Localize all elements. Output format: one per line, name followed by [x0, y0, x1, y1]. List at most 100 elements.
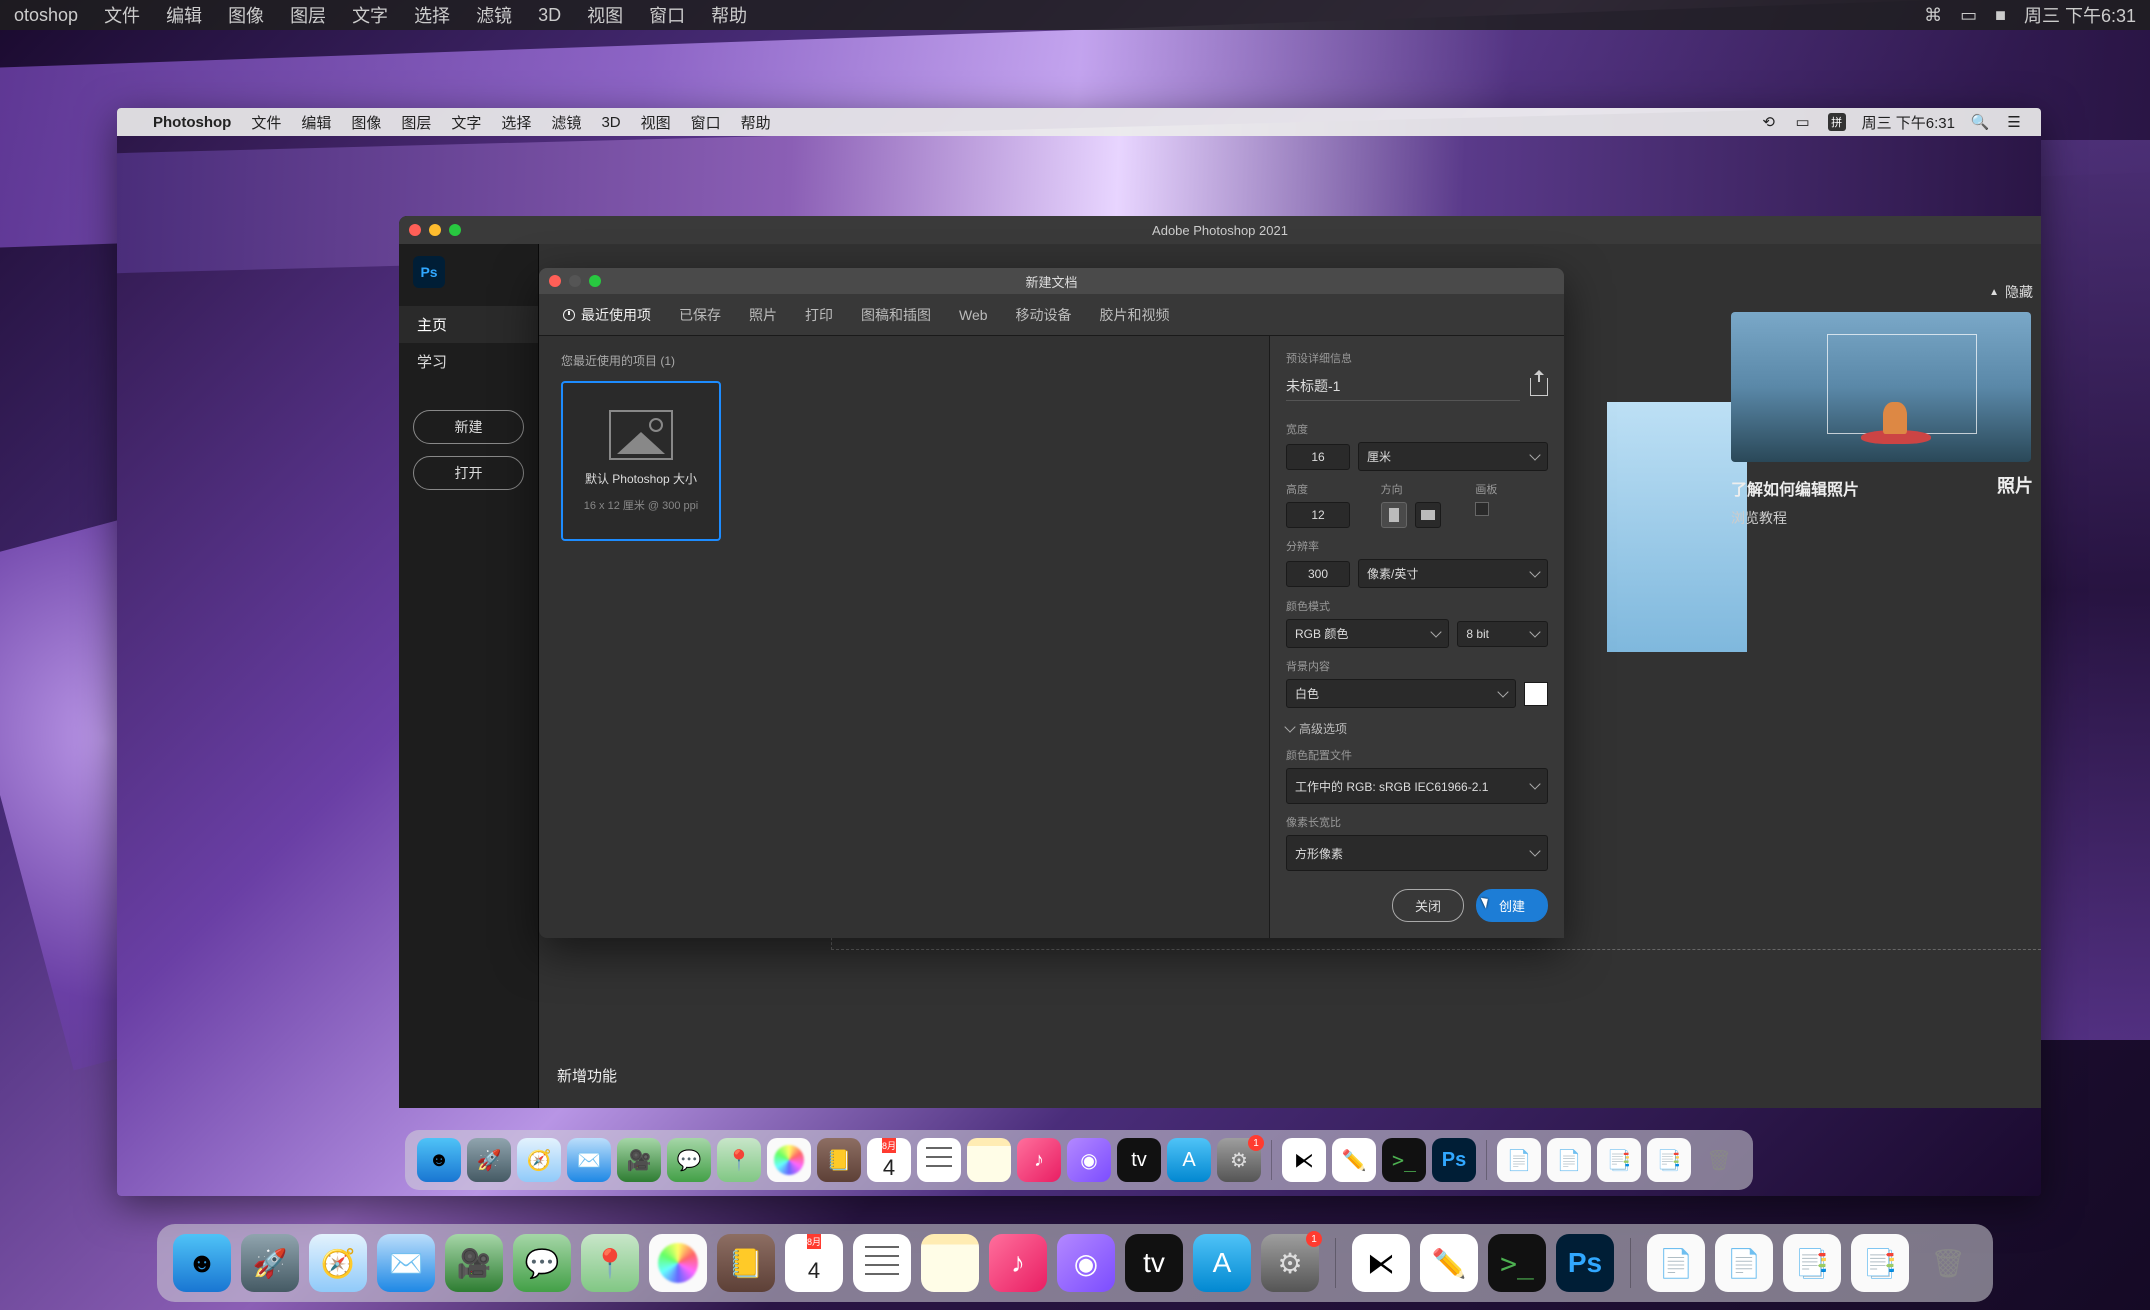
- menu-type[interactable]: 文字: [451, 112, 481, 133]
- outer-menu-filter[interactable]: 滤镜: [476, 2, 512, 28]
- export-preset-icon[interactable]: [1530, 378, 1548, 396]
- dock-messages-icon[interactable]: 💬: [667, 1138, 711, 1182]
- outer-dock-figma-icon[interactable]: ⧔: [1352, 1234, 1410, 1292]
- outer-menu-help[interactable]: 帮助: [711, 2, 747, 28]
- tab-web[interactable]: Web: [959, 307, 988, 323]
- menu-3d[interactable]: 3D: [601, 114, 620, 131]
- outer-dock-facetime-icon[interactable]: 🎥: [445, 1234, 503, 1292]
- width-input[interactable]: 16: [1286, 444, 1350, 470]
- create-button[interactable]: 创建: [1476, 889, 1548, 922]
- control-center-icon[interactable]: ☰: [2005, 113, 2023, 131]
- tab-recent[interactable]: 最近使用项: [563, 305, 651, 325]
- outer-menu-image[interactable]: 图像: [228, 2, 264, 28]
- outer-dock-appstore-icon[interactable]: A: [1193, 1234, 1251, 1292]
- menu-window[interactable]: 窗口: [691, 112, 721, 133]
- unit-select[interactable]: 厘米: [1358, 442, 1548, 471]
- menu-view[interactable]: 视图: [641, 112, 671, 133]
- document-name-input[interactable]: 未标题-1: [1286, 372, 1520, 401]
- dialog-maximize-button[interactable]: [589, 275, 601, 287]
- color-mode-select[interactable]: RGB 颜色: [1286, 619, 1449, 648]
- menu-image[interactable]: 图像: [351, 112, 381, 133]
- dock-trash-icon[interactable]: 🗑: [1697, 1138, 1741, 1182]
- dock-safari-icon[interactable]: 🧭: [517, 1138, 561, 1182]
- dock-calendar-icon[interactable]: 8月 4: [867, 1138, 911, 1182]
- outer-dock-photoshop-icon[interactable]: Ps: [1556, 1234, 1614, 1292]
- outer-dock-reminders-icon[interactable]: [853, 1234, 911, 1292]
- dock-doc-icon[interactable]: 📄: [1497, 1138, 1541, 1182]
- dock-podcasts-icon[interactable]: ◉: [1067, 1138, 1111, 1182]
- outer-dock-safari-icon[interactable]: 🧭: [309, 1234, 367, 1292]
- background-color-swatch[interactable]: [1524, 682, 1548, 706]
- dock-launchpad-icon[interactable]: 🚀: [467, 1138, 511, 1182]
- height-input[interactable]: 12: [1286, 502, 1350, 528]
- maximize-window-button[interactable]: [449, 224, 461, 236]
- outer-dock-doc-icon[interactable]: 📑: [1783, 1234, 1841, 1292]
- dock-music-icon[interactable]: ♪: [1017, 1138, 1061, 1182]
- resolution-unit-select[interactable]: 像素/英寸: [1358, 559, 1548, 588]
- outer-dock-terminal-icon[interactable]: >_: [1488, 1234, 1546, 1292]
- minimize-window-button[interactable]: [429, 224, 441, 236]
- outer-dock-mail-icon[interactable]: ✉️: [377, 1234, 435, 1292]
- outer-input-icon[interactable]: ■: [1995, 5, 2006, 26]
- dock-tv-icon[interactable]: tv: [1117, 1138, 1161, 1182]
- sync-icon[interactable]: ⟲: [1760, 113, 1778, 131]
- pixel-aspect-select[interactable]: 方形像素: [1286, 835, 1548, 871]
- inner-clock[interactable]: 周三 下午6:31: [1862, 112, 1955, 133]
- new-feature-label[interactable]: 新增功能: [557, 1065, 617, 1086]
- input-indicator[interactable]: 拼: [1828, 113, 1846, 131]
- color-depth-select[interactable]: 8 bit: [1457, 621, 1548, 647]
- outer-status-icon[interactable]: ⌘: [1924, 5, 1942, 26]
- menu-select[interactable]: 选择: [501, 112, 531, 133]
- tab-print[interactable]: 打印: [805, 305, 833, 325]
- tab-saved[interactable]: 已保存: [679, 305, 721, 325]
- close-window-button[interactable]: [409, 224, 421, 236]
- dock-terminal-icon[interactable]: >_: [1382, 1138, 1426, 1182]
- dock-photoshop-icon[interactable]: Ps: [1432, 1138, 1476, 1182]
- outer-menu-window[interactable]: 窗口: [649, 2, 685, 28]
- outer-dock-brush-icon[interactable]: ✏️: [1420, 1234, 1478, 1292]
- outer-dock-contacts-icon[interactable]: 📒: [717, 1234, 775, 1292]
- outer-dock-trash-icon[interactable]: 🗑: [1919, 1234, 1977, 1292]
- outer-dock-music-icon[interactable]: ♪: [989, 1234, 1047, 1292]
- display-icon[interactable]: ▭: [1794, 113, 1812, 131]
- dock-mail-icon[interactable]: ✉️: [567, 1138, 611, 1182]
- artboard-checkbox[interactable]: [1475, 502, 1489, 516]
- dock-maps-icon[interactable]: 📍: [717, 1138, 761, 1182]
- inner-app-name[interactable]: Photoshop: [153, 114, 231, 131]
- outer-menu-view[interactable]: 视图: [587, 2, 623, 28]
- dialog-close-button[interactable]: [549, 275, 561, 287]
- outer-menu-type[interactable]: 文字: [352, 2, 388, 28]
- tab-film[interactable]: 胶片和视频: [1100, 305, 1170, 325]
- resolution-input[interactable]: 300: [1286, 561, 1350, 587]
- preset-tile-default[interactable]: 默认 Photoshop 大小 16 x 12 厘米 @ 300 ppi: [561, 381, 721, 541]
- outer-status-icon[interactable]: ▭: [1960, 5, 1977, 26]
- outer-dock-podcasts-icon[interactable]: ◉: [1057, 1234, 1115, 1292]
- dock-appstore-icon[interactable]: A: [1167, 1138, 1211, 1182]
- dock-doc-icon[interactable]: 📄: [1547, 1138, 1591, 1182]
- sidebar-item-learn[interactable]: 学习: [399, 343, 538, 380]
- sidebar-open-button[interactable]: 打开: [413, 456, 524, 490]
- dock-reminders-icon[interactable]: [917, 1138, 961, 1182]
- tab-photo[interactable]: 照片: [749, 305, 777, 325]
- dock-facetime-icon[interactable]: 🎥: [617, 1138, 661, 1182]
- dock-doc-icon[interactable]: 📑: [1647, 1138, 1691, 1182]
- outer-dock-preferences-icon[interactable]: ⚙1: [1261, 1234, 1319, 1292]
- outer-dock-finder-icon[interactable]: ☻: [173, 1234, 231, 1292]
- outer-dock-calendar-icon[interactable]: 8月 4: [785, 1234, 843, 1292]
- dock-brush-icon[interactable]: ✏️: [1332, 1138, 1376, 1182]
- color-profile-select[interactable]: 工作中的 RGB: sRGB IEC61966-2.1: [1286, 768, 1548, 804]
- sidebar-new-button[interactable]: 新建: [413, 410, 524, 444]
- dock-figma-icon[interactable]: ⧔: [1282, 1138, 1326, 1182]
- outer-dock-maps-icon[interactable]: 📍: [581, 1234, 639, 1292]
- dock-finder-icon[interactable]: ☻: [417, 1138, 461, 1182]
- outer-dock-messages-icon[interactable]: 💬: [513, 1234, 571, 1292]
- outer-dock-doc-icon[interactable]: 📑: [1851, 1234, 1909, 1292]
- orientation-landscape-button[interactable]: [1415, 502, 1441, 528]
- outer-dock-photos-icon[interactable]: [649, 1234, 707, 1292]
- background-select[interactable]: 白色: [1286, 679, 1516, 708]
- outer-menu-file[interactable]: 文件: [104, 2, 140, 28]
- dock-photos-icon[interactable]: [767, 1138, 811, 1182]
- outer-dock-launchpad-icon[interactable]: 🚀: [241, 1234, 299, 1292]
- tutorial-browse-link[interactable]: 浏览教程: [1731, 508, 2031, 528]
- close-button[interactable]: 关闭: [1392, 889, 1464, 922]
